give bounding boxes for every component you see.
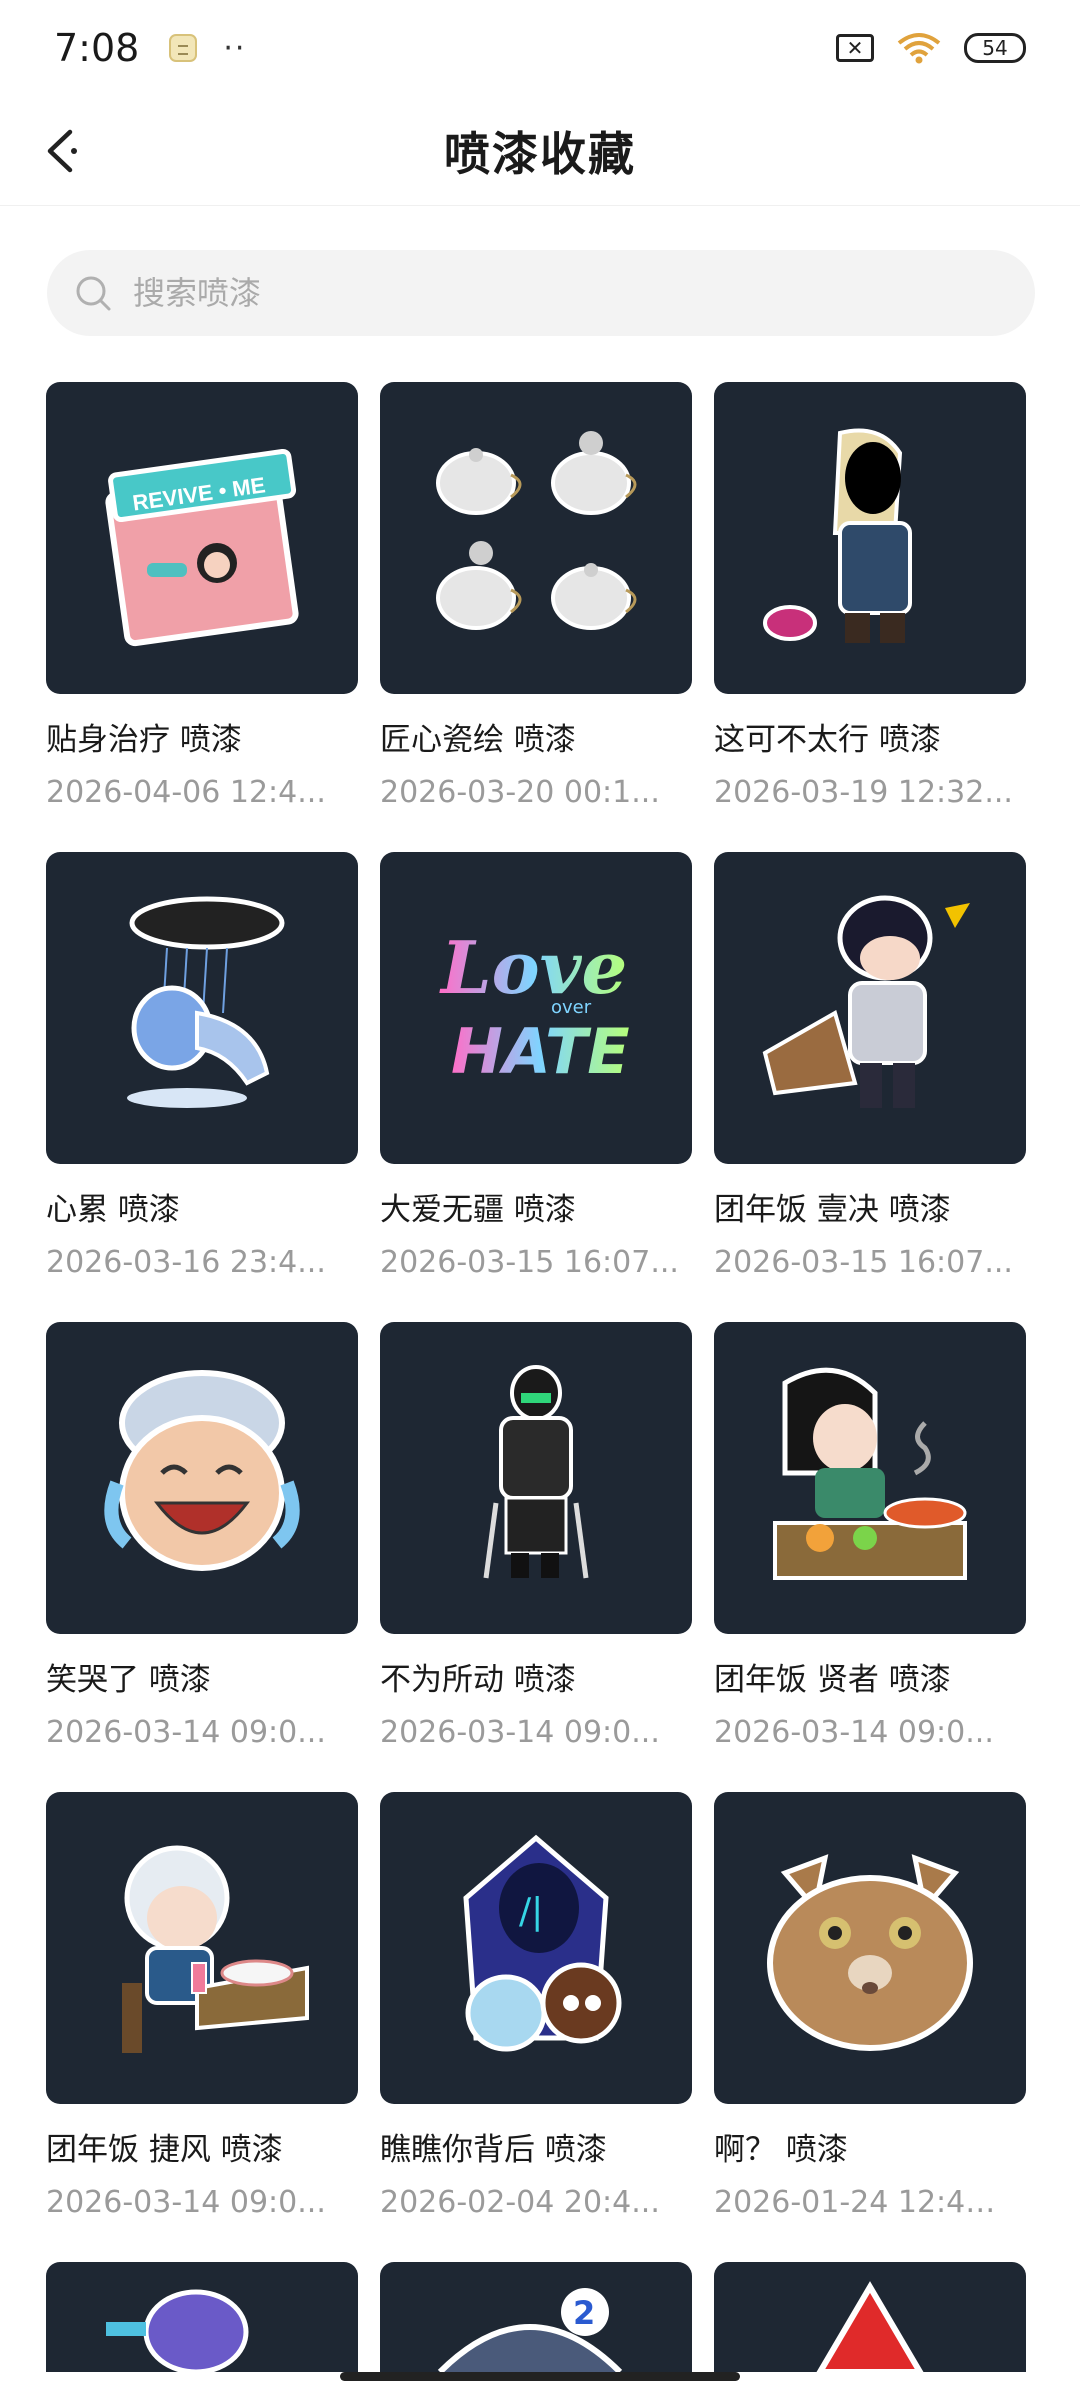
spray-card[interactable]: /| 瞧瞧你背后 喷漆 2026-02-04 20:4... <box>380 1792 692 2220</box>
spray-thumbnail <box>714 1322 1026 1634</box>
spray-name: 贴身治疗 喷漆 <box>46 722 242 758</box>
laughing-crying-sticker-icon <box>104 1370 300 1571</box>
spray-thumbnail <box>380 382 692 694</box>
spray-date: 2026-03-19 12:32... <box>714 775 1013 810</box>
home-indicator[interactable] <box>340 2372 740 2381</box>
back-arrow-icon[interactable] <box>40 126 90 176</box>
spray-date: 2026-02-04 20:4... <box>380 2185 660 2220</box>
spray-thumbnail <box>46 1322 358 1634</box>
spray-name: 团年饭 贤者 喷漆 <box>714 1662 951 1698</box>
status-bar: 7:08 ·· ✕ 54 <box>0 0 1080 96</box>
spray-card-partial[interactable] <box>46 2262 358 2372</box>
spray-date: 2026-03-14 09:0... <box>46 1715 326 1750</box>
spray-card[interactable]: 团年饭 捷风 喷漆 2026-03-14 09:0... <box>46 1792 358 2220</box>
more-notifications-icon: ·· <box>223 30 247 66</box>
spray-thumbnail: /| <box>380 1792 692 2104</box>
svg-text:HATE: HATE <box>451 1015 630 1088</box>
no-sim-icon: ✕ <box>836 34 874 62</box>
spray-thumbnail <box>46 1792 358 2104</box>
spray-thumbnail <box>46 852 358 1164</box>
spray-name: 瞧瞧你背后 喷漆 <box>380 2132 607 2168</box>
spray-thumbnail <box>714 852 1026 1164</box>
spray-name: 啊？ 喷漆 <box>714 2132 848 2168</box>
teapots-sticker-icon <box>436 431 637 630</box>
search-input[interactable] <box>133 274 933 312</box>
spray-thumbnail: Love over HATE <box>380 852 692 1164</box>
spray-card[interactable]: 啊？ 喷漆 2026-01-24 12:41:... <box>714 1792 1026 2220</box>
spray-name: 这可不太行 喷漆 <box>714 722 941 758</box>
spray-card[interactable]: 笑哭了 喷漆 2026-03-14 09:0... <box>46 1322 358 1750</box>
search-icon <box>76 276 111 311</box>
wifi-icon <box>897 33 941 64</box>
spray-card[interactable]: Love over HATE 大爱无疆 喷漆 2026-03-15 16:07.… <box>380 852 692 1280</box>
spray-card[interactable]: REVIVE • ME 贴身治疗 喷漆 2026-04-06 12:4... <box>46 382 358 810</box>
spray-name: 心累 喷漆 <box>46 1192 180 1228</box>
seated-agent-sticker-icon <box>483 1365 589 1579</box>
svg-text:Love: Love <box>439 925 627 1010</box>
spray-date: 2026-03-20 00:1... <box>380 775 660 810</box>
spray-card[interactable]: 团年饭 贤者 喷漆 2026-03-14 09:0... <box>714 1322 1026 1750</box>
spray-card[interactable]: 这可不太行 喷漆 2026-03-19 12:32... <box>714 382 1026 810</box>
jett-dinner-sticker-icon <box>122 1845 309 2053</box>
svg-text:/|: /| <box>519 1891 543 1932</box>
page-header: 喷漆收藏 <box>0 96 1080 206</box>
spray-thumbnail <box>380 1322 692 1634</box>
spray-thumbnail <box>714 1792 1026 2104</box>
partial-sticker-icon: 2 <box>437 2288 623 2372</box>
page-title: 喷漆收藏 <box>444 126 636 181</box>
spray-date: 2026-03-15 16:07... <box>714 1245 1013 1280</box>
partial-sticker-icon <box>816 2281 924 2372</box>
spray-name: 团年饭 壹决 喷漆 <box>714 1192 951 1228</box>
spray-name: 匠心瓷绘 喷漆 <box>380 722 576 758</box>
shouting-agent-sticker-icon <box>763 428 912 643</box>
partial-sticker-icon <box>106 2289 249 2372</box>
dinner-agent-sticker-icon <box>762 895 970 1108</box>
notification-app-icon <box>169 34 198 62</box>
spray-card[interactable]: 团年饭 壹决 喷漆 2026-03-15 16:07... <box>714 852 1026 1280</box>
svg-text:2: 2 <box>573 2294 595 2332</box>
spray-name: 大爱无疆 喷漆 <box>380 1192 576 1228</box>
love-over-hate-sticker-icon: Love over HATE <box>439 925 630 1088</box>
revive-me-sticker-icon: REVIVE • ME <box>105 448 299 647</box>
spray-date: 2026-03-14 09:0... <box>46 2185 326 2220</box>
search-bar[interactable] <box>47 250 1035 336</box>
spray-card[interactable]: 匠心瓷绘 喷漆 2026-03-20 00:1... <box>380 382 692 810</box>
spray-date: 2026-03-16 23:4... <box>46 1245 326 1280</box>
behind-you-sticker-icon: /| <box>463 1834 622 2052</box>
spray-card-partial[interactable] <box>714 2262 1026 2372</box>
spray-name: 不为所动 喷漆 <box>380 1662 576 1698</box>
rain-cloud-sticker-icon <box>127 896 285 1108</box>
spray-date: 2026-01-24 12:41:... <box>714 2185 1014 2220</box>
spray-date: 2026-03-14 09:0... <box>714 1715 994 1750</box>
spray-date: 2026-04-06 12:4... <box>46 775 326 810</box>
spray-thumbnail: REVIVE • ME <box>46 382 358 694</box>
spray-card[interactable]: 心累 喷漆 2026-03-16 23:4... <box>46 852 358 1280</box>
spray-name: 笑哭了 喷漆 <box>46 1662 211 1698</box>
spray-name: 团年饭 捷风 喷漆 <box>46 2132 283 2168</box>
shocked-cat-sticker-icon <box>767 1854 973 2051</box>
spray-date: 2026-03-15 16:07... <box>380 1245 679 1280</box>
sage-dinner-sticker-icon <box>773 1367 967 1580</box>
spray-card-partial[interactable]: 2 <box>380 2262 692 2372</box>
spray-date: 2026-03-14 09:0... <box>380 1715 660 1750</box>
battery-indicator: 54 <box>964 33 1026 63</box>
spray-card[interactable]: 不为所动 喷漆 2026-03-14 09:0... <box>380 1322 692 1750</box>
spray-thumbnail <box>714 382 1026 694</box>
status-time: 7:08 <box>54 26 140 70</box>
